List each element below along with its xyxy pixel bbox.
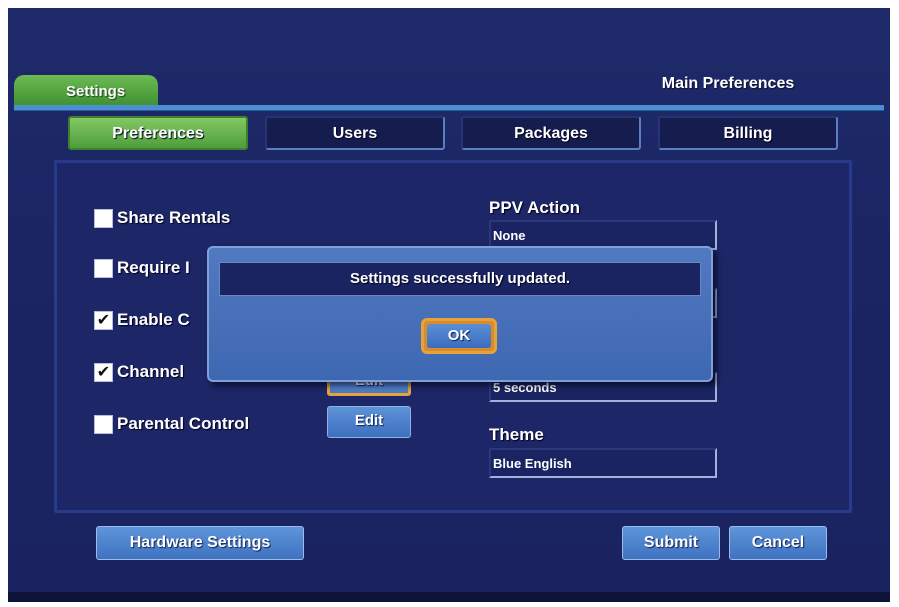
tab-billing[interactable]: Billing [658,116,838,150]
checkbox-checked[interactable]: ✔ [94,310,113,330]
hardware-settings-button[interactable]: Hardware Settings [96,526,304,560]
ok-button-label: OK [427,324,491,348]
theme-label: Theme [489,425,544,444]
checkbox[interactable] [94,258,113,278]
section-tab-settings[interactable]: Settings [14,75,158,105]
theme-field[interactable]: Blue English [489,448,717,478]
option-channel-blocking[interactable]: ✔ Channel [94,360,184,384]
page-title: Main Preferences [661,75,795,92]
parental-control-edit-button[interactable]: Edit [327,406,411,438]
option-require[interactable]: Require I [94,256,190,280]
checkbox-checked[interactable]: ✔ [94,362,113,382]
settings-screen: Settings Main Preferences Preferences Us… [8,8,890,602]
confirmation-dialog: Settings successfully updated. OK [207,246,713,382]
option-label: Require I [117,258,190,277]
tab-packages[interactable]: Packages [461,116,641,150]
option-enable[interactable]: ✔ Enable C [94,308,190,332]
option-label: Enable C [117,310,190,329]
ppv-action-label: PPV Action [489,198,580,217]
option-label: Share Rentals [117,208,231,227]
submit-button[interactable]: Submit [622,526,720,560]
tab-users[interactable]: Users [265,116,445,150]
option-label: Parental Control [117,414,250,433]
tab-underline [14,105,884,110]
option-parental-control[interactable]: Parental Control [94,412,249,436]
ok-button[interactable]: OK [421,318,497,354]
dialog-message: Settings successfully updated. [219,262,701,296]
cancel-button[interactable]: Cancel [729,526,827,560]
option-label: Channel [117,362,185,381]
tab-preferences[interactable]: Preferences [68,116,248,150]
checkbox[interactable] [94,414,113,434]
checkbox[interactable] [94,208,113,228]
option-share-rentals[interactable]: Share Rentals [94,206,230,230]
